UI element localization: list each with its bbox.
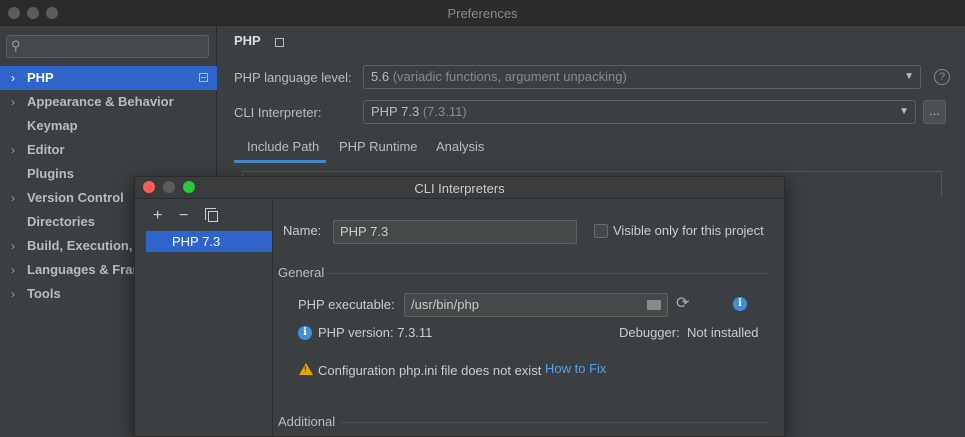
dialog-title: CLI Interpreters	[414, 181, 505, 196]
interpreter-list-pane: + − PHP 7.3	[135, 200, 273, 437]
chevron-right-icon[interactable]: ›	[11, 138, 15, 162]
visible-only-label[interactable]: Visible only for this project	[613, 223, 764, 238]
search-icon: ⚲	[11, 38, 21, 53]
more-interpreters-button[interactable]: ...	[923, 100, 946, 124]
cli-interpreter-hint: (7.3.11)	[422, 104, 467, 119]
info-icon: i	[298, 326, 312, 340]
document-icon	[275, 38, 284, 47]
sidebar-item-label: Keymap	[27, 118, 78, 133]
add-icon[interactable]: +	[153, 208, 162, 224]
chevron-right-icon[interactable]: ›	[11, 258, 15, 282]
chevron-right-icon[interactable]: ›	[11, 282, 15, 306]
window-title: Preferences	[447, 6, 518, 21]
settings-search-input[interactable]: ⚲	[6, 35, 209, 58]
cli-interpreter-label: CLI Interpreter:	[234, 105, 322, 120]
name-label: Name:	[283, 223, 322, 238]
remove-icon[interactable]: −	[179, 208, 188, 224]
active-tab-indicator	[234, 160, 326, 163]
sidebar-item-label: Editor	[27, 142, 65, 157]
how-to-fix-link[interactable]: How to Fix	[545, 361, 606, 376]
general-section-title: General	[278, 265, 325, 280]
sidebar-item-appearance-behavior[interactable]: › Appearance & Behavior	[0, 90, 217, 114]
php-executable-value: /usr/bin/php	[411, 297, 479, 312]
divider	[328, 273, 768, 274]
cli-interpreter-value: PHP 7.3	[371, 104, 420, 119]
sidebar-item-label: Plugins	[27, 166, 74, 181]
sidebar-item-label: Tools	[27, 286, 61, 301]
page-title: PHP	[234, 33, 261, 48]
chevron-right-icon[interactable]: ›	[11, 90, 15, 114]
warning-icon: !	[299, 363, 313, 375]
debugger-value: Not installed	[687, 325, 759, 340]
refresh-icon[interactable]: ⟳	[676, 295, 689, 313]
sidebar-item-label: PHP	[27, 70, 54, 85]
copy-icon[interactable]	[205, 208, 218, 222]
chevron-right-icon[interactable]: ›	[11, 234, 15, 258]
sidebar-item-editor[interactable]: › Editor	[0, 138, 217, 162]
chevron-right-icon[interactable]: ›	[11, 66, 15, 90]
sidebar-item-label: Version Control	[27, 190, 124, 205]
language-level-label: PHP language level:	[234, 70, 352, 85]
name-field[interactable]: PHP 7.3	[333, 220, 577, 244]
document-icon	[199, 73, 208, 82]
sidebar-item-label: Build, Execution,	[27, 238, 133, 253]
config-warning-text: Configuration php.ini file does not exis…	[318, 363, 542, 378]
language-level-hint: (variadic functions, argument unpacking)	[392, 69, 627, 84]
tab-php-runtime[interactable]: PHP Runtime	[339, 139, 418, 154]
sidebar-item-label: Directories	[27, 214, 95, 229]
sidebar-item-label: Appearance & Behavior	[27, 94, 174, 109]
interpreter-list-item[interactable]: PHP 7.3	[146, 231, 272, 252]
cli-interpreter-select[interactable]: PHP 7.3 (7.3.11) ▼	[363, 100, 916, 124]
tab-analysis[interactable]: Analysis	[436, 139, 484, 154]
visible-only-checkbox[interactable]	[594, 224, 608, 238]
info-icon[interactable]: i	[733, 297, 747, 311]
folder-icon[interactable]	[647, 300, 661, 310]
sidebar-item-keymap[interactable]: Keymap	[0, 114, 217, 138]
tab-include-path[interactable]: Include Path	[247, 139, 319, 154]
dialog-titlebar: CLI Interpreters	[135, 177, 784, 199]
additional-section-title: Additional	[278, 414, 336, 429]
php-executable-label: PHP executable:	[298, 297, 395, 312]
divider	[341, 422, 768, 423]
chevron-right-icon[interactable]: ›	[11, 186, 15, 210]
chevron-down-icon: ▼	[904, 71, 914, 82]
help-icon[interactable]: ?	[934, 69, 950, 85]
interpreter-details-pane: Name: PHP 7.3 Visible only for this proj…	[274, 200, 784, 437]
php-version-text: PHP version: 7.3.11	[318, 325, 433, 340]
sidebar-item-label: Languages & Frar	[27, 262, 138, 277]
debugger-label: Debugger:	[619, 325, 680, 340]
window-titlebar: Preferences	[0, 0, 965, 26]
language-level-value: 5.6	[371, 69, 390, 84]
cli-interpreters-dialog: CLI Interpreters + − PHP 7.3 Name: PHP 7…	[134, 176, 785, 437]
php-executable-field[interactable]: /usr/bin/php	[404, 293, 668, 317]
chevron-down-icon: ▼	[899, 106, 909, 117]
language-level-select[interactable]: 5.6 (variadic functions, argument unpack…	[363, 65, 921, 89]
sidebar-item-php[interactable]: › PHP	[0, 66, 217, 90]
